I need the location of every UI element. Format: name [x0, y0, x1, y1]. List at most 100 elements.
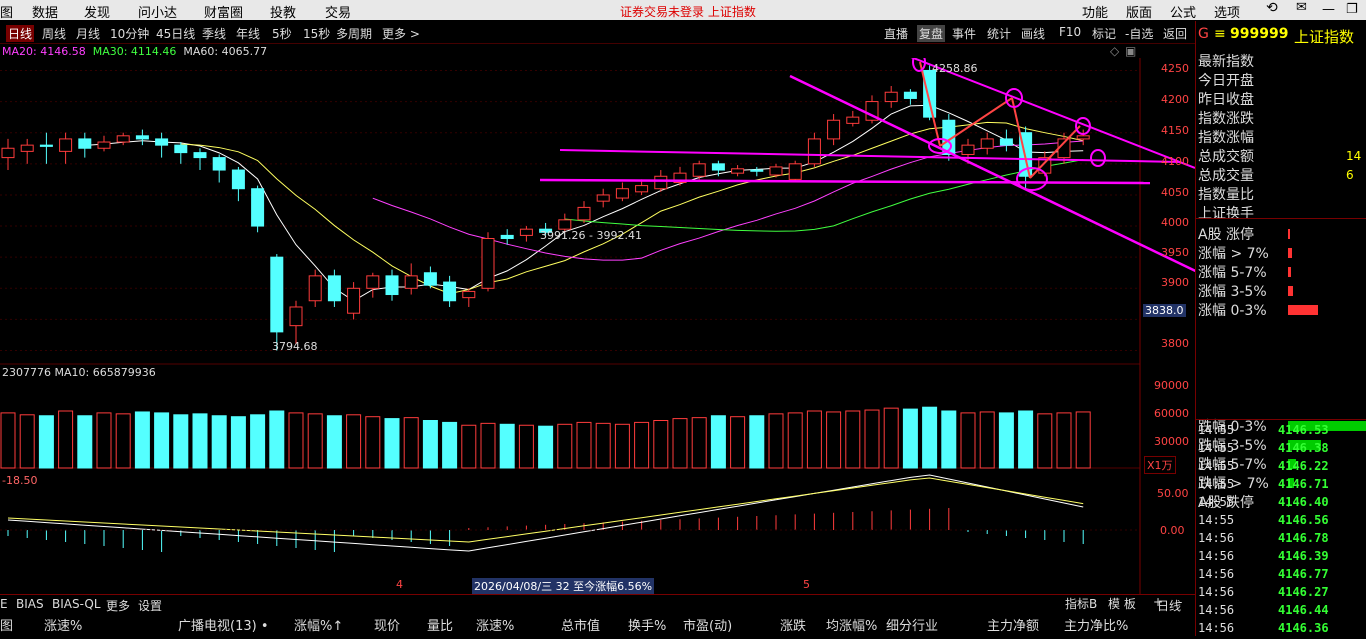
candle-body — [827, 119, 841, 140]
col-vol-ratio[interactable]: 量比 — [427, 615, 453, 634]
tab-5sec[interactable]: 5秒 — [272, 25, 292, 42]
btn-mark[interactable]: 标记 — [1092, 25, 1116, 42]
price-tick-3950: 3950 — [1161, 246, 1189, 259]
candle-body — [174, 144, 188, 154]
tab-45day[interactable]: 45日线 — [156, 25, 195, 42]
ind-tab-e[interactable]: E — [0, 597, 8, 611]
tab-15sec[interactable]: 15秒 — [303, 25, 330, 42]
volume-bar — [845, 410, 861, 469]
volume-bar — [1018, 410, 1034, 469]
period-tab-bar: 日线 周线 月线 10分钟 45日线 季线 年线 5秒 15秒 多周期 更多 >… — [0, 21, 1195, 44]
btn-replay[interactable]: 复盘 — [917, 25, 946, 42]
col-speed-2[interactable]: 涨速% — [476, 615, 514, 634]
price-tick-4100: 4100 — [1161, 155, 1189, 168]
col-pe[interactable]: 市盈(动) — [683, 615, 732, 634]
candle-body — [769, 166, 783, 176]
menu-item-options[interactable]: 选项 — [1214, 2, 1240, 21]
btn-template[interactable]: 模 板 — [1108, 595, 1136, 612]
candle-body — [596, 194, 610, 202]
restore-icon[interactable]: ❐ — [1346, 2, 1358, 17]
col-change-pct[interactable]: 涨幅%↑ — [294, 615, 343, 634]
chart-diamond-icon[interactable]: ◇ — [1110, 44, 1119, 58]
tick-row: 14:55 4146.53 — [1198, 423, 1363, 441]
menu-item-formula[interactable]: 公式 — [1170, 2, 1196, 21]
candle-body — [251, 188, 265, 227]
tab-multi-period[interactable]: 多周期 — [336, 25, 372, 42]
col-main-net[interactable]: 主力净额 — [987, 615, 1039, 634]
candle-body — [807, 138, 821, 165]
btn-live[interactable]: 直播 — [884, 25, 908, 42]
btn-draw[interactable]: 画线 — [1021, 25, 1045, 42]
drawn-circle — [1090, 149, 1106, 167]
menu-item-education[interactable]: 投教 — [270, 2, 296, 21]
login-notice[interactable]: 证券交易未登录 上证指数 — [620, 3, 756, 20]
btn-zoom-in[interactable]: + — [1153, 595, 1163, 609]
col-industry[interactable]: 细分行业 — [886, 615, 938, 634]
tick-time: 14:56 — [1198, 549, 1235, 563]
tick-time: 14:56 — [1198, 531, 1235, 545]
col-sector[interactable]: 广播电视(13) • — [178, 615, 269, 634]
candle-body — [961, 144, 975, 155]
tab-quarterly[interactable]: 季线 — [202, 25, 226, 42]
volume-bar — [634, 421, 650, 469]
candle-body — [270, 256, 284, 333]
candle-body — [404, 275, 418, 289]
btn-indicator-b[interactable]: 指标B — [1065, 595, 1097, 612]
tab-daily[interactable]: 日线 — [6, 25, 35, 42]
menu-item-fortune[interactable]: 财富圈 — [204, 2, 243, 21]
minimize-icon[interactable]: — — [1322, 2, 1335, 17]
field-2: 昨日收盘 — [1198, 92, 1254, 108]
tick-price: 4146.56 — [1278, 513, 1329, 527]
volume-bar — [979, 411, 995, 469]
tab-10min[interactable]: 10分钟 — [110, 25, 149, 42]
btn-watchlist[interactable]: -自选 — [1125, 25, 1153, 42]
col-avg-change[interactable]: 均涨幅% — [826, 615, 877, 634]
macd-tick-0: 0.00 — [1160, 524, 1185, 537]
breadth-label-2: 涨幅 5-7% — [1198, 265, 1267, 281]
range-annotation: 3991.26 - 3992.41 — [540, 229, 642, 242]
mail-icon[interactable]: ✉ — [1296, 0, 1307, 15]
col-change[interactable]: 涨跌 — [780, 615, 806, 634]
breadth-label-3: 涨幅 3-5% — [1198, 284, 1267, 300]
volume-bar — [883, 407, 899, 469]
volume-bar — [403, 417, 419, 469]
field-4: 指数涨幅 — [1198, 130, 1254, 146]
ma30-line — [564, 159, 1084, 232]
col-speed[interactable]: 涨速% — [44, 615, 82, 634]
chart-close-icon[interactable]: ▣ — [1125, 44, 1136, 58]
volume-bar — [1056, 412, 1072, 469]
col-main-ratio[interactable]: 主力净比% — [1064, 615, 1128, 634]
tab-yearly[interactable]: 年线 — [236, 25, 260, 42]
col-market-cap[interactable]: 总市值 — [561, 615, 600, 634]
menu-item-layout[interactable]: 版面 — [1126, 2, 1152, 21]
refresh-icon[interactable]: ⟲ — [1266, 0, 1278, 16]
tab-more[interactable]: 更多 > — [382, 25, 420, 42]
tick-row: 14:56 4146.39 — [1198, 549, 1363, 567]
kline-chart[interactable] — [0, 58, 1195, 594]
volume-bar — [77, 415, 93, 469]
tab-weekly[interactable]: 周线 — [42, 25, 66, 42]
menu-item-discover[interactable]: 发现 — [84, 2, 110, 21]
col-turnover[interactable]: 换手% — [628, 615, 666, 634]
ind-tab-biasql[interactable]: BIAS-QL — [52, 597, 101, 611]
menu-item-data[interactable]: 数据 — [32, 2, 58, 21]
panel-menu-icon[interactable]: ≡ — [1214, 26, 1226, 42]
btn-zoom-out[interactable]: - — [1178, 595, 1182, 609]
col-price[interactable]: 现价 — [374, 615, 400, 634]
tick-time: 14:55 — [1198, 441, 1235, 455]
drawn-horizontal-line-2 — [539, 178, 1151, 185]
menu-item-wenxiaoda[interactable]: 问小达 — [138, 2, 177, 21]
tick-time: 14:55 — [1198, 513, 1235, 527]
btn-back[interactable]: 返回 — [1163, 25, 1187, 42]
volume-legend: 2307776 MA10: 665879936 — [2, 366, 156, 379]
menu-item-chart[interactable]: 图 — [0, 2, 13, 21]
btn-f10[interactable]: F10 — [1059, 25, 1081, 39]
btn-events[interactable]: 事件 — [952, 25, 976, 42]
menu-item-function[interactable]: 功能 — [1082, 2, 1108, 21]
ind-tab-bias[interactable]: BIAS — [16, 597, 44, 611]
btn-stats[interactable]: 统计 — [987, 25, 1011, 42]
tab-monthly[interactable]: 月线 — [76, 25, 100, 42]
breadth-bar-0 — [1288, 229, 1290, 239]
menu-item-trade[interactable]: 交易 — [325, 2, 351, 21]
candle-body — [327, 275, 341, 302]
